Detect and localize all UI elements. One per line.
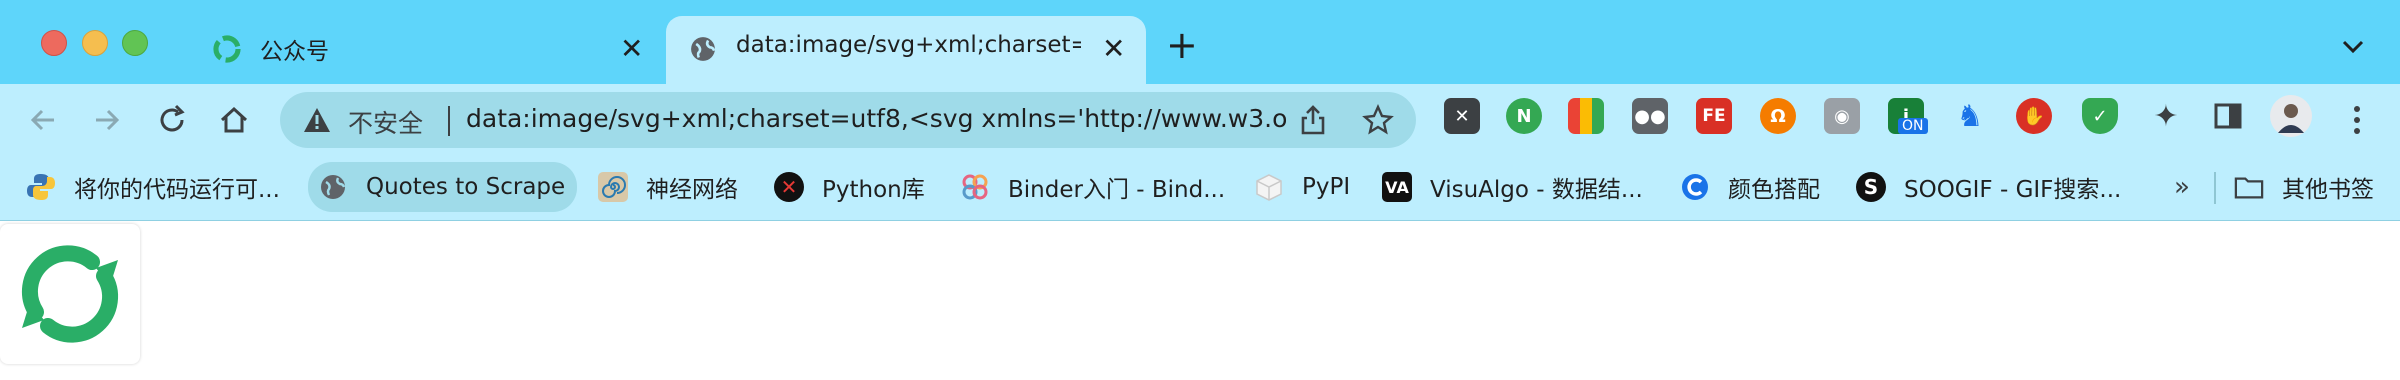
- maximize-window-button[interactable]: [122, 30, 148, 56]
- home-icon[interactable]: [214, 100, 254, 140]
- bird-extension-icon[interactable]: ♞: [1952, 98, 1988, 134]
- profile-avatar[interactable]: [2270, 95, 2312, 137]
- bookmark-item[interactable]: 颜色搭配: [1680, 162, 1820, 212]
- binder-icon: [960, 172, 990, 202]
- bookmark-item[interactable]: Quotes to Scrape: [308, 162, 578, 212]
- bookmark-item[interactable]: VA VisuAlgo - 数据结...: [1382, 162, 1643, 212]
- c-color-icon: [1680, 172, 1710, 202]
- divider: [2214, 172, 2216, 204]
- python-icon: [26, 172, 56, 202]
- folder-icon: [2234, 172, 2264, 202]
- close-tab-button[interactable]: ✕: [620, 30, 643, 68]
- bookmark-label: PyPI: [1302, 174, 1351, 200]
- more-bookmarks-chevron-icon[interactable]: »: [2174, 162, 2190, 212]
- bookmark-label: Binder入门 - Bind...: [1008, 177, 1226, 203]
- toolbar: 不安全 data:image/svg+xml;charset=utf8,<svg…: [0, 84, 2400, 156]
- warning-icon[interactable]: [302, 106, 332, 134]
- fe-extension-icon[interactable]: FE: [1696, 98, 1732, 134]
- tab-strip: 公众号 ✕ data:image/svg+xml;charset=utf8, ✕…: [0, 0, 2400, 84]
- tampermonkey-extension-icon[interactable]: ●●: [1632, 98, 1668, 134]
- close-window-button[interactable]: [41, 30, 67, 56]
- security-label[interactable]: 不安全: [348, 104, 423, 140]
- bookmark-item[interactable]: 将你的代码运行可...: [26, 162, 280, 212]
- spiral-icon: [598, 172, 628, 202]
- bookmark-item[interactable]: 神经网络: [598, 162, 738, 212]
- wechat-official-accounts-icon: [21, 245, 119, 343]
- globe-icon: [691, 37, 716, 61]
- orange-extension-icon[interactable]: Ω: [1760, 98, 1796, 134]
- forward-arrow-icon[interactable]: [86, 100, 126, 140]
- bookmark-label: Quotes to Scrape: [366, 174, 566, 200]
- bookmark-item[interactable]: PyPI: [1254, 162, 1350, 212]
- url-text[interactable]: data:image/svg+xml;charset=utf8,<svg xml…: [466, 104, 1286, 133]
- minimize-window-button[interactable]: [82, 30, 108, 56]
- other-bookmarks-folder[interactable]: 其他书签: [2234, 162, 2374, 212]
- bookmark-label: SOOGIF - GIF搜索...: [1904, 177, 2122, 203]
- tab-data-url[interactable]: data:image/svg+xml;charset=utf8, ✕: [666, 16, 1146, 84]
- tab-title: 公众号: [260, 39, 329, 65]
- red-x-icon: ✕: [774, 172, 804, 202]
- bookmark-item[interactable]: S SOOGIF - GIF搜索...: [1856, 162, 2121, 212]
- address-bar[interactable]: 不安全 data:image/svg+xml;charset=utf8,<svg…: [280, 92, 1416, 148]
- side-panel-icon[interactable]: [2210, 98, 2246, 134]
- bookmark-label: 神经网络: [646, 177, 738, 203]
- n-extension-icon[interactable]: N: [1506, 98, 1542, 134]
- share-icon[interactable]: [1298, 104, 1328, 136]
- bookmark-label: VisuAlgo - 数据结...: [1430, 177, 1643, 203]
- bookmark-star-icon[interactable]: [1362, 104, 1394, 136]
- wechat-official-accounts-logo: [0, 224, 140, 364]
- bookmark-label: 其他书签: [2282, 177, 2374, 203]
- more-menu-icon[interactable]: [2352, 104, 2362, 136]
- extension-badge: ON: [1898, 118, 1928, 134]
- chevron-down-icon[interactable]: [2338, 32, 2368, 62]
- tab-wechat[interactable]: 公众号 ✕: [190, 16, 660, 84]
- pypi-cube-icon: [1254, 172, 1284, 202]
- soogif-icon: S: [1856, 172, 1886, 202]
- bookmark-item[interactable]: Binder入门 - Bind...: [960, 162, 1225, 212]
- new-tab-button[interactable]: +: [1166, 26, 1198, 64]
- globe-icon: [318, 172, 348, 202]
- stop-hand-extension-icon[interactable]: ✋: [2016, 98, 2052, 134]
- x-extension-icon[interactable]: ✕: [1444, 98, 1480, 134]
- divider: [448, 106, 450, 136]
- bookmark-label: 颜色搭配: [1728, 177, 1820, 203]
- tab-title: data:image/svg+xml;charset=utf8,: [736, 32, 1081, 58]
- bookmark-label: 将你的代码运行可...: [74, 177, 280, 203]
- shield-check-extension-icon[interactable]: ✓: [2082, 98, 2118, 134]
- wechat-official-accounts-icon: [213, 35, 241, 63]
- bookmarks-bar: 将你的代码运行可... Quotes to Scrape 神经网络 ✕ Pyth…: [0, 156, 2400, 221]
- bookmark-item[interactable]: ✕ Python库: [774, 162, 925, 212]
- visualgo-icon: VA: [1382, 172, 1412, 202]
- color-grid-extension-icon[interactable]: [1568, 98, 1604, 134]
- bookmark-label: Python库: [822, 177, 925, 203]
- reload-icon[interactable]: [152, 100, 192, 140]
- puzzle-extensions-icon[interactable]: ✦: [2148, 98, 2184, 134]
- close-tab-button[interactable]: ✕: [1102, 30, 1125, 68]
- back-arrow-icon[interactable]: [24, 100, 64, 140]
- green-i-extension-icon[interactable]: i ON: [1888, 98, 1928, 134]
- camera-extension-icon[interactable]: ◉: [1824, 98, 1860, 134]
